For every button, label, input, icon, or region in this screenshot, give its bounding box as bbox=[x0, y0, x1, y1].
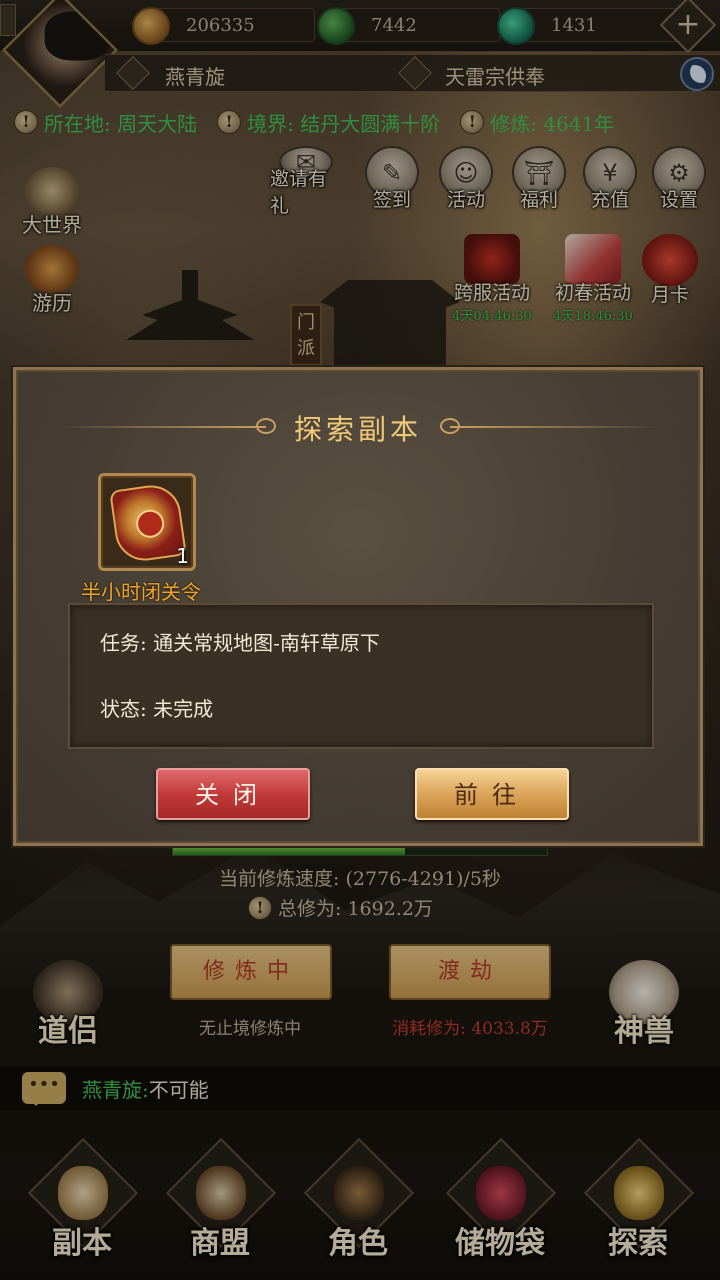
task-text: 任务: 通关常规地图-南轩草原下 bbox=[100, 631, 380, 655]
reward-item-slot[interactable]: 1 bbox=[98, 473, 196, 571]
title-ornament-right bbox=[450, 426, 660, 428]
task-panel: 任务: 通关常规地图-南轩草原下 状态: 未完成 bbox=[68, 603, 654, 749]
dialog-title: 探索副本 bbox=[293, 413, 422, 446]
task-status: 状态: 未完成 bbox=[100, 697, 214, 721]
close-button[interactable]: 关闭 bbox=[156, 768, 310, 820]
item-count: 1 bbox=[176, 544, 189, 568]
explore-dungeon-dialog: 探索副本 1 半小时闭关令 任务: 通关常规地图-南轩草原下 状态: 未完成 关… bbox=[13, 367, 703, 846]
item-name: 半小时闭关令 bbox=[81, 580, 201, 604]
go-button[interactable]: 前往 bbox=[415, 768, 569, 820]
